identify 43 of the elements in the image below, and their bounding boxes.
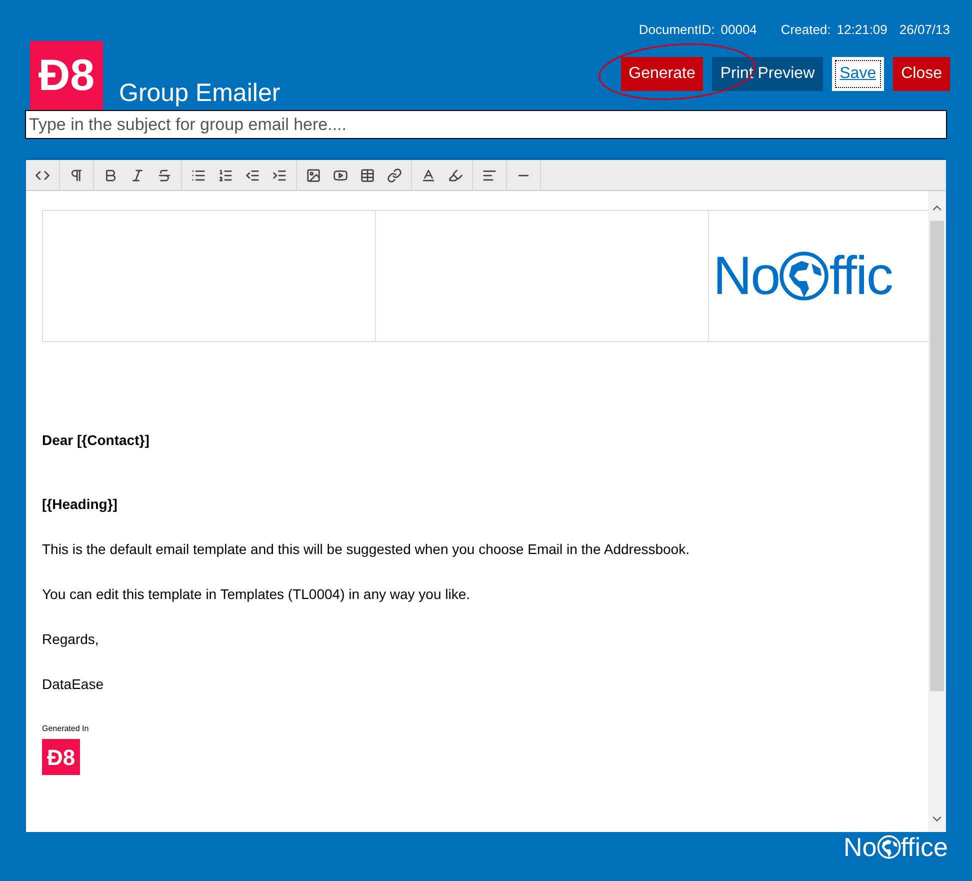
app-title: Group Emailer: [119, 78, 280, 108]
scrollbar[interactable]: [928, 191, 946, 832]
link-icon[interactable]: [387, 168, 402, 182]
table-icon[interactable]: [360, 168, 375, 182]
align-left-icon[interactable]: [482, 168, 497, 182]
numbered-list-icon[interactable]: [218, 168, 233, 182]
app-logo: Đ8: [30, 41, 103, 110]
bold-icon[interactable]: [103, 168, 118, 182]
strikethrough-icon[interactable]: [157, 168, 172, 182]
document-id-label: DocumentID:: [638, 21, 715, 39]
created-label: Created:: [780, 21, 831, 39]
created-date: 26/07/13: [899, 21, 950, 39]
body-text: This is the default email template and this will be suggested when you choose Email in the Addressbook.: [42, 540, 690, 559]
bullet-list-icon[interactable]: [191, 168, 206, 182]
subject-field[interactable]: Type in the subject for group email here....: [25, 110, 947, 139]
document-id: 00004: [720, 21, 757, 39]
toolbar-button[interactable]: Print Preview: [712, 56, 823, 90]
logo-text: ffice: [900, 834, 948, 860]
body-text: Regards,: [42, 630, 100, 649]
text-color-icon[interactable]: [421, 168, 436, 182]
logo-text: No: [844, 834, 877, 860]
paragraph-icon[interactable]: [69, 168, 84, 182]
italic-icon[interactable]: [130, 168, 145, 182]
body-text: DataEase: [42, 675, 104, 694]
logo-text: ffic: [829, 249, 892, 303]
outdent-icon[interactable]: [245, 168, 260, 182]
image-icon[interactable]: [306, 168, 321, 182]
toolbar-button[interactable]: Save: [832, 56, 884, 90]
logo-text: No: [713, 249, 780, 303]
highlight-icon[interactable]: [448, 168, 463, 182]
globe-icon: [779, 251, 830, 301]
toolbar-button[interactable]: Close: [893, 56, 950, 90]
created-time: 12:21:09: [836, 21, 888, 39]
body-text: You can edit this template in Templates (TL0004) in any way you like.: [42, 585, 472, 604]
footer-logo: Đ8: [42, 739, 80, 775]
indent-icon[interactable]: [272, 168, 287, 182]
footer-caption: Generated In: [42, 723, 90, 735]
greeting-text: Dear [{Contact}]: [42, 431, 150, 450]
globe-icon: [876, 835, 901, 859]
scrollbar-thumb[interactable]: [930, 221, 944, 691]
heading-text: [{Heading}]: [42, 495, 118, 514]
toolbar-button[interactable]: Generate: [620, 56, 704, 90]
video-icon[interactable]: [333, 168, 348, 182]
